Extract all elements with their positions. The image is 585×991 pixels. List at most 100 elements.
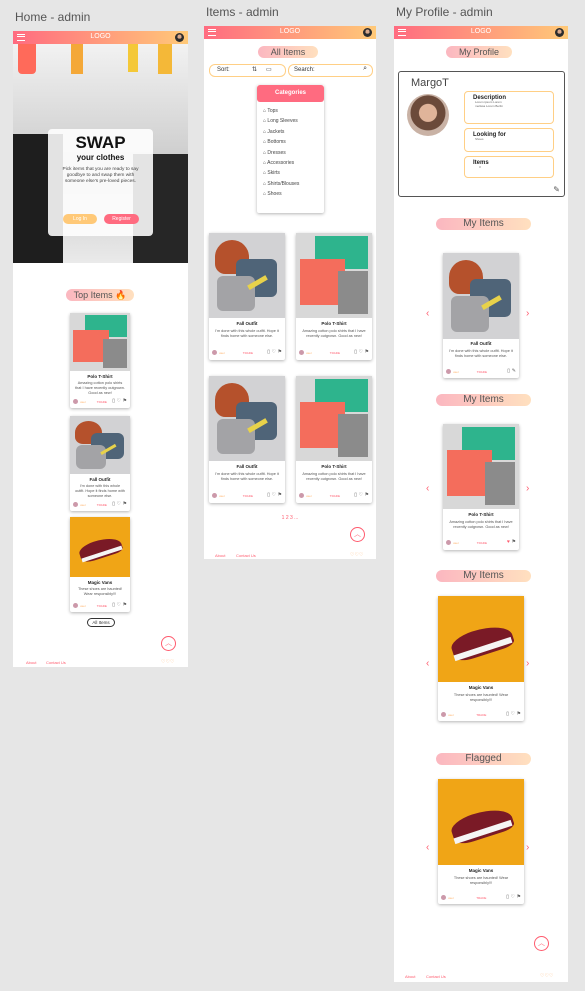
heart-filled-icon[interactable]: ♥	[507, 540, 510, 545]
chevron-right-icon[interactable]: ›	[526, 483, 529, 494]
footer-about-link[interactable]: About	[405, 974, 415, 979]
heart-icon[interactable]: ♡	[511, 895, 515, 900]
category-shoes[interactable]: ⌂ Shoes	[263, 189, 299, 199]
category-jackets[interactable]: ⌂ Jackets	[263, 127, 299, 137]
category-accessories[interactable]: ⌂ Accessories	[263, 158, 299, 168]
category-dresses[interactable]: ⌂ Dresses	[263, 148, 299, 158]
artboard-title-home: Home - admin	[15, 10, 91, 24]
chevron-right-icon[interactable]: ›	[526, 308, 529, 319]
sort-control[interactable]: Sort: ⇅ ▭	[209, 64, 286, 77]
trade-link[interactable]: TRADE	[477, 541, 487, 545]
heart-icon[interactable]: ♡	[117, 603, 121, 608]
trade-link[interactable]: TRADE	[243, 351, 253, 355]
pagination[interactable]: 1 2 3 ...	[204, 515, 376, 521]
category-skirts[interactable]: ⌂ Skirts	[263, 168, 299, 178]
social-icons[interactable]: ♡♡♡	[161, 659, 174, 665]
scroll-top-icon[interactable]: ︿	[350, 527, 365, 542]
trash-icon[interactable]: ▯	[112, 399, 115, 404]
flag-icon[interactable]: ⚑	[278, 493, 282, 498]
register-button[interactable]: Register	[104, 214, 139, 224]
trash-icon[interactable]: ▯	[112, 502, 115, 507]
flag-icon[interactable]: ⚑	[123, 502, 127, 507]
chevron-right-icon[interactable]: ›	[526, 658, 529, 669]
item-card[interactable]: Fall Outfit I'm done with this whole out…	[443, 253, 519, 378]
categories-header[interactable]: Categories	[257, 85, 324, 102]
trash-icon[interactable]: ▯	[506, 895, 509, 900]
item-title: Magic Vans	[468, 685, 494, 690]
sort-az-icon[interactable]: ⇅	[252, 66, 257, 73]
trash-icon[interactable]: ▯	[267, 350, 270, 355]
flag-icon[interactable]: ⚑	[512, 540, 516, 545]
trade-link[interactable]: TRADE	[97, 400, 107, 404]
item-card[interactable]: Polo T-Shirt Amazing cotton polo shirts …	[70, 313, 130, 408]
trade-link[interactable]: TRADE	[476, 896, 486, 900]
flag-icon[interactable]: ⚑	[365, 350, 369, 355]
trade-link[interactable]: TRADE	[97, 503, 107, 507]
profile-frame: LOGO My Profile MargoT Description Lorem…	[394, 26, 568, 982]
all-items-button[interactable]: All Items	[87, 618, 115, 627]
scroll-top-icon[interactable]: ︿	[161, 636, 176, 651]
footer-about-link[interactable]: About	[215, 553, 225, 558]
item-card[interactable]: Polo T-Shirt Amazing cotton polo shirts …	[296, 376, 372, 503]
trade-link[interactable]: TRADE	[243, 494, 253, 498]
chevron-left-icon[interactable]: ‹	[426, 658, 429, 669]
heart-icon[interactable]: ♡	[272, 493, 276, 498]
item-card[interactable]: Polo T-Shirt Amazing cotton polo shirts …	[296, 233, 372, 360]
trash-icon[interactable]: ▯	[354, 350, 357, 355]
category-tops[interactable]: ⌂ Tops	[263, 106, 299, 116]
trash-icon[interactable]: ▯	[112, 603, 115, 608]
footer-contact-link[interactable]: Contact Us	[236, 553, 256, 558]
trade-link[interactable]: TRADE	[477, 370, 487, 374]
flag-icon[interactable]: ⚑	[123, 603, 127, 608]
flag-icon[interactable]: ⚑	[517, 712, 521, 717]
trash-icon[interactable]: ▯	[354, 493, 357, 498]
login-button[interactable]: Log In	[63, 214, 97, 224]
heart-icon[interactable]: ♡	[117, 502, 121, 507]
edit-icon[interactable]: ✎	[512, 369, 516, 374]
item-card[interactable]: Magic Vans These shoes are haunted! Wear…	[70, 517, 130, 612]
trade-link[interactable]: TRADE	[97, 604, 107, 608]
item-card[interactable]: Polo T-Shirt Amazing cotton polo shirts …	[443, 424, 519, 550]
search-input[interactable]: Search: ⌕	[288, 64, 373, 77]
trash-icon[interactable]: ▯	[507, 369, 510, 374]
trade-link[interactable]: TRADE	[330, 351, 340, 355]
social-icons[interactable]: ♡♡♡	[540, 973, 553, 979]
item-card[interactable]: Magic Vans These shoes are haunted! Wear…	[438, 596, 524, 721]
trade-link[interactable]: TRADE	[330, 494, 340, 498]
trash-icon[interactable]: ▯	[267, 493, 270, 498]
item-card[interactable]: Fall Outfit I'm done with this whole out…	[209, 233, 285, 360]
chevron-right-icon[interactable]: ›	[526, 842, 529, 853]
search-icon[interactable]: ⌕	[363, 65, 367, 73]
heart-icon[interactable]: ♡	[359, 350, 363, 355]
heart-icon[interactable]: ♡	[117, 399, 121, 404]
footer-contact-link[interactable]: Contact Us	[46, 660, 66, 665]
chevron-left-icon[interactable]: ‹	[426, 308, 429, 319]
category-bottoms[interactable]: ⌂ Bottoms	[263, 137, 299, 147]
trash-icon[interactable]: ▯	[506, 712, 509, 717]
flag-icon[interactable]: ⚑	[365, 493, 369, 498]
heart-icon[interactable]: ♡	[359, 493, 363, 498]
footer-contact-link[interactable]: Contact Us	[426, 974, 446, 979]
trade-link[interactable]: TRADE	[476, 713, 486, 717]
category-shirts-blouses[interactable]: ⌂ Shirts/Blouses	[263, 179, 299, 189]
heart-icon[interactable]: ♡	[511, 712, 515, 717]
chevron-left-icon[interactable]: ‹	[426, 483, 429, 494]
item-card[interactable]: Fall Outfit I'm done with this whole out…	[70, 416, 130, 511]
footer-about-link[interactable]: About	[26, 660, 36, 665]
social-icons[interactable]: ♡♡♡	[350, 552, 363, 558]
avatar[interactable]	[555, 28, 564, 37]
flag-icon[interactable]: ⚑	[123, 399, 127, 404]
flag-icon[interactable]: ⚑	[517, 895, 521, 900]
items-frame: LOGO All Items Sort: ⇅ ▭ Search: ⌕ Categ…	[204, 26, 376, 559]
avatar[interactable]	[363, 28, 372, 37]
item-card[interactable]: Magic Vans These shoes are haunted! Wear…	[438, 779, 524, 904]
flag-icon[interactable]: ⚑	[278, 350, 282, 355]
edit-pencil-icon[interactable]: ✎	[553, 185, 560, 194]
heart-icon[interactable]: ♡	[272, 350, 276, 355]
calendar-icon[interactable]: ▭	[266, 66, 272, 73]
scroll-top-icon[interactable]: ︿	[534, 936, 549, 951]
category-long-sleeves[interactable]: ⌂ Long Sleeves	[263, 116, 299, 126]
chevron-left-icon[interactable]: ‹	[426, 842, 429, 853]
item-card[interactable]: Fall Outfit I'm done with this whole out…	[209, 376, 285, 503]
avatar[interactable]	[175, 33, 184, 42]
